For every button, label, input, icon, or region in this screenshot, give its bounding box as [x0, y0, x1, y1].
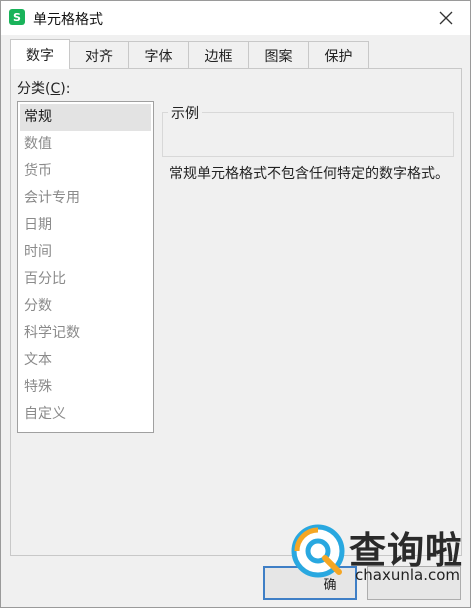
category-item-custom[interactable]: 自定义 [20, 401, 151, 428]
sample-groupbox [162, 112, 454, 157]
tab-strip: 数字 对齐 字体 边框 图案 保护 [10, 39, 369, 69]
category-item-general[interactable]: 常规 [20, 104, 151, 131]
category-item-scientific[interactable]: 科学记数 [20, 320, 151, 347]
tab-protection[interactable]: 保护 [308, 41, 369, 69]
watermark-url: chaxunla.com [355, 566, 460, 584]
chaxunla-logo-icon [291, 524, 345, 578]
category-item-time[interactable]: 时间 [20, 239, 151, 266]
sample-value [163, 113, 453, 127]
category-item-currency[interactable]: 货币 [20, 158, 151, 185]
format-description: 常规单元格格式不包含任何特定的数字格式。 [169, 166, 449, 182]
category-item-date[interactable]: 日期 [20, 212, 151, 239]
tab-border[interactable]: 边框 [188, 41, 249, 69]
close-button[interactable] [426, 3, 466, 33]
tab-font[interactable]: 字体 [128, 41, 189, 69]
category-item-percentage[interactable]: 百分比 [20, 266, 151, 293]
category-item-text[interactable]: 文本 [20, 347, 151, 374]
category-item-special[interactable]: 特殊 [20, 374, 151, 401]
category-item-accounting[interactable]: 会计专用 [20, 185, 151, 212]
watermark: 查询啦 chaxunla.com [291, 518, 463, 590]
wps-spreadsheet-icon: S [9, 9, 25, 25]
close-icon [439, 11, 453, 25]
category-list[interactable]: 常规 数值 货币 会计专用 日期 时间 百分比 分数 科学记数 文本 特殊 自定… [17, 101, 154, 433]
dialog-title: 单元格格式 [33, 12, 103, 28]
tab-number[interactable]: 数字 [10, 39, 70, 69]
category-label: 分类(C): [17, 81, 71, 97]
category-item-number[interactable]: 数值 [20, 131, 151, 158]
category-item-fraction[interactable]: 分数 [20, 293, 151, 320]
title-bar: S 单元格格式 [1, 1, 470, 35]
tab-alignment[interactable]: 对齐 [69, 41, 129, 69]
tab-pattern[interactable]: 图案 [248, 41, 309, 69]
sample-label: 示例 [168, 103, 202, 123]
format-cells-dialog: S 单元格格式 数字 对齐 字体 边框 图案 保护 分类(C): 常规 数值 货… [0, 0, 471, 608]
